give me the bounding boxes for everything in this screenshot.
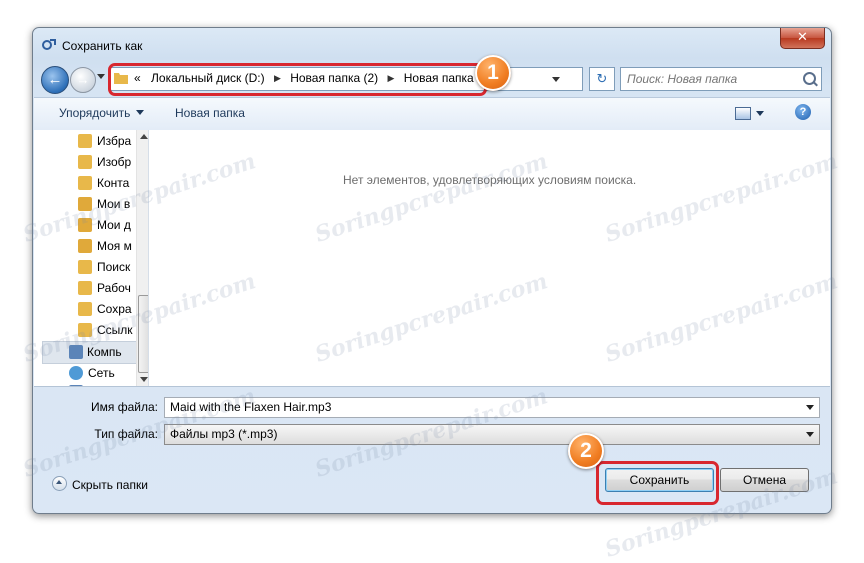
organize-label: Упорядочить — [59, 106, 131, 120]
chevron-down-icon[interactable] — [806, 405, 814, 410]
refresh-button[interactable]: ↻ — [589, 67, 615, 91]
sidebar-item-label: Сеть — [88, 366, 115, 380]
scrollbar-thumb[interactable] — [138, 295, 148, 373]
chevron-up-icon — [52, 476, 67, 491]
music-folder-icon — [78, 239, 92, 253]
filetype-value: Файлы mp3 (*.mp3) — [170, 427, 278, 441]
search-box[interactable] — [620, 67, 822, 91]
change-view-icon[interactable] — [735, 107, 751, 120]
hide-folders-label: Скрыть папки — [72, 478, 148, 492]
sidebar-item-control-panel[interactable]: П — [34, 382, 136, 386]
hide-folders-button[interactable]: Скрыть папки — [52, 474, 148, 492]
scroll-down-icon[interactable] — [140, 377, 148, 382]
filetype-select[interactable]: Файлы mp3 (*.mp3) — [164, 424, 820, 445]
desktop-folder-icon — [78, 281, 92, 295]
pictures-folder-icon — [78, 155, 92, 169]
sidebar-item-pictures[interactable]: Изобр — [34, 152, 136, 173]
sidebar-item-label: Рабоч — [97, 281, 131, 295]
sidebar-item-contacts[interactable]: Конта — [34, 173, 136, 194]
saved-games-folder-icon — [78, 302, 92, 316]
sidebar-item-computer[interactable]: Компь — [42, 341, 138, 364]
empty-folder-message: Нет элементов, удовлетворяющих условиям … — [343, 173, 637, 187]
search-input[interactable] — [625, 70, 799, 88]
scroll-up-icon[interactable] — [140, 134, 148, 139]
title-bar: Сохранить как ✕ — [33, 28, 831, 62]
save-button-highlight — [596, 461, 719, 505]
sidebar-item-saved-games[interactable]: Сохра — [34, 299, 136, 320]
filename-field[interactable]: Maid with the Flaxen Hair.mp3 — [164, 397, 820, 418]
sidebar-item-label: Сохра — [97, 302, 132, 316]
sidebar-item-label: Избра — [97, 134, 132, 148]
view-options-dropdown-icon[interactable] — [756, 111, 764, 116]
close-button[interactable]: ✕ — [780, 28, 825, 49]
control-panel-icon — [69, 385, 83, 386]
sidebar-item-music[interactable]: Моя м — [34, 236, 136, 257]
chevron-down-icon — [136, 110, 145, 115]
sidebar-item-label: П — [88, 385, 128, 386]
sidebar-item-label: Мои в — [97, 197, 131, 211]
favorites-folder-icon — [78, 134, 92, 148]
help-button[interactable]: ? — [795, 104, 811, 120]
sidebar-item-documents[interactable]: Мои д — [34, 215, 136, 236]
search-folder-icon — [78, 260, 92, 274]
new-folder-button[interactable]: Новая папка — [175, 106, 245, 120]
command-bar: Упорядочить Новая папка ? — [34, 97, 830, 131]
main-area: Избра Изобр Конта Мои в Мои д Моя м Поис… — [34, 130, 830, 387]
sidebar-item-label: Ссылк — [97, 323, 133, 337]
videos-folder-icon — [78, 197, 92, 211]
recent-pages-dropdown-icon[interactable] — [97, 74, 105, 79]
computer-icon — [69, 345, 83, 359]
address-history-dropdown-icon[interactable] — [552, 77, 560, 82]
sidebar-item-label: Моя м — [97, 239, 132, 253]
sidebar-item-label: Поиск — [97, 260, 131, 274]
sidebar-item-searches[interactable]: Поиск — [34, 257, 136, 278]
forward-button[interactable]: → — [70, 67, 96, 93]
step-marker-2: 2 — [568, 433, 604, 469]
step-marker-1: 1 — [475, 55, 511, 91]
chevron-down-icon[interactable] — [806, 432, 814, 437]
sidebar-item-favorites[interactable]: Избра — [34, 131, 136, 152]
navigation-scrollbar[interactable] — [136, 130, 148, 386]
sidebar-item-links[interactable]: Ссылк — [34, 320, 136, 341]
documents-folder-icon — [78, 218, 92, 232]
cancel-button[interactable]: Отмена — [720, 468, 809, 492]
sidebar-item-videos[interactable]: Мои в — [34, 194, 136, 215]
organize-button[interactable]: Упорядочить — [59, 106, 145, 120]
search-icon[interactable] — [803, 72, 816, 85]
navigation-pane: Избра Изобр Конта Мои в Мои д Моя м Поис… — [34, 130, 149, 386]
filename-value: Maid with the Flaxen Hair.mp3 — [170, 400, 332, 414]
filename-label: Имя файла: — [91, 400, 158, 414]
links-folder-icon — [78, 323, 92, 337]
network-icon — [69, 366, 83, 380]
sidebar-item-label: Изобр — [97, 155, 132, 169]
address-bar-highlight — [108, 63, 487, 96]
sidebar-item-network[interactable]: Сеть — [34, 363, 136, 384]
app-icon — [42, 39, 56, 50]
window-title: Сохранить как — [62, 39, 143, 53]
sidebar-item-label: Мои д — [97, 218, 131, 232]
save-as-dialog: Сохранить как ✕ ← → « Локальный диск (D:… — [32, 27, 832, 514]
contacts-folder-icon — [78, 176, 92, 190]
sidebar-item-label: Компь — [87, 345, 122, 359]
sidebar-item-desktop[interactable]: Рабоч — [34, 278, 136, 299]
filetype-label: Тип файла: — [94, 427, 158, 441]
back-button[interactable]: ← — [41, 66, 69, 94]
sidebar-item-label: Конта — [97, 176, 130, 190]
